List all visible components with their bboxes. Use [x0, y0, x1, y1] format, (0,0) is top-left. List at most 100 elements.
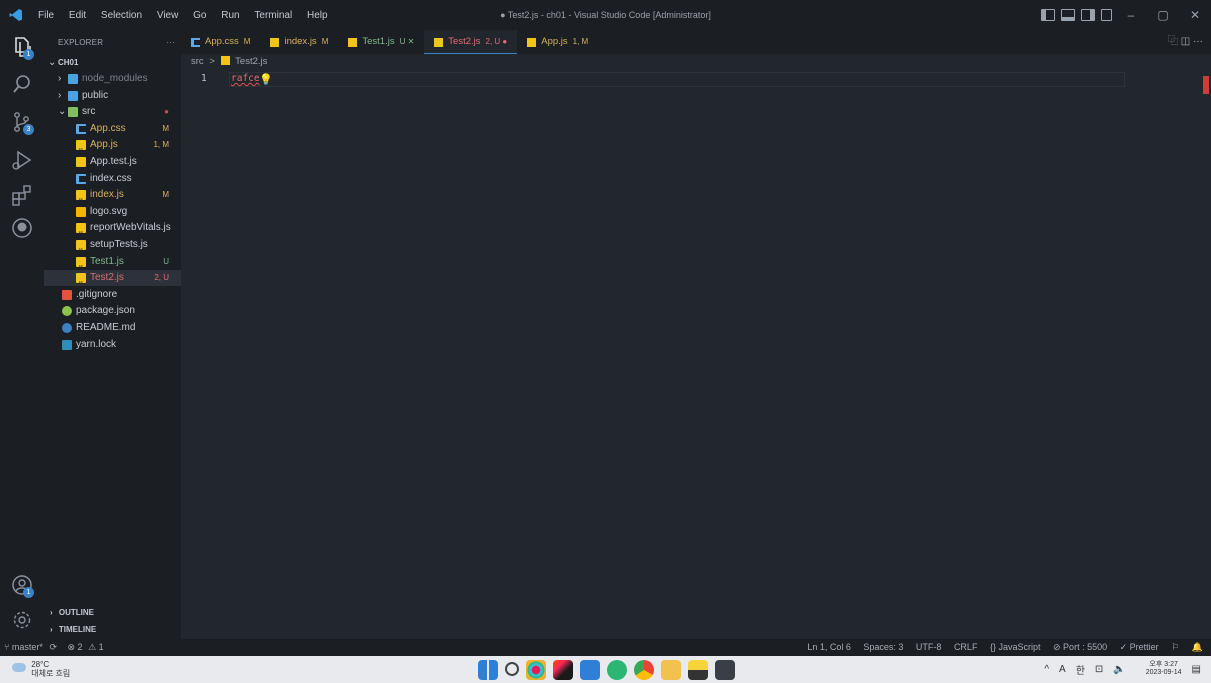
tree-item[interactable]: › node_modules [44, 71, 181, 87]
tree-item[interactable]: yarn.lock [44, 337, 181, 353]
encoding[interactable]: UTF-8 [916, 642, 942, 652]
manage-gear-icon[interactable] [10, 608, 34, 632]
menu-terminal[interactable]: Terminal [254, 10, 292, 21]
notifications-bell-icon[interactable]: 🔔 [1192, 642, 1203, 652]
explorer-icon[interactable]: 1 [10, 35, 34, 60]
tree-item[interactable]: Test2.js 2, U [44, 270, 181, 291]
clock[interactable]: 오후 3:27 2023-09-14 [1136, 661, 1182, 677]
extensions-icon[interactable] [10, 183, 34, 207]
tree-item[interactable]: index.js M [44, 187, 181, 208]
indentation[interactable]: Spaces: 3 [863, 642, 903, 652]
tab-status[interactable]: M [322, 30, 329, 54]
toggle-panel-icon[interactable] [1061, 9, 1075, 21]
restore-button[interactable]: ▢ [1147, 8, 1179, 22]
tree-item[interactable]: .gitignore [44, 287, 181, 303]
explorer-more-button[interactable]: ··· [166, 30, 175, 55]
editor-tab[interactable]: App.css M [181, 30, 260, 54]
code-editor[interactable]: 1 rafce 💡 [181, 70, 1211, 639]
menu-view[interactable]: View [157, 10, 179, 21]
search-icon[interactable] [504, 662, 519, 676]
github-icon[interactable] [10, 216, 34, 240]
tab-status[interactable]: 2, U ● [486, 30, 508, 54]
breadcrumb-file[interactable]: Test2.js [235, 56, 267, 67]
breadcrumb-folder[interactable]: src [191, 56, 204, 67]
live-server-port[interactable]: ⊘ Port : 5500 [1053, 642, 1107, 652]
cursor-position[interactable]: Ln 1, Col 6 [807, 642, 851, 652]
tab-status[interactable]: M [244, 30, 251, 54]
tree-item[interactable]: App.js 1, M [44, 137, 181, 158]
editor-actions[interactable]: ⿻ ◫ ··· [1168, 30, 1203, 54]
chrome-icon[interactable] [633, 660, 654, 680]
end-of-line[interactable]: CRLF [954, 642, 978, 652]
source-control-icon[interactable]: 3 [10, 110, 34, 135]
feedback-icon[interactable]: ⚐ [1171, 642, 1179, 652]
jetbrains-icon[interactable] [552, 660, 573, 680]
editor-tab[interactable]: index.js M [260, 30, 338, 54]
js-file-icon [434, 37, 444, 47]
toggle-secondary-sidebar-icon[interactable] [1081, 9, 1095, 21]
activity-bar: 1 3 1 [0, 30, 44, 639]
menu-file[interactable]: File [38, 10, 54, 21]
tree-item[interactable]: README.md [44, 320, 181, 336]
outline-section[interactable]: › OUTLINE [44, 604, 181, 621]
tree-item[interactable]: ⌄ src ● [44, 104, 181, 120]
chevron-down-icon: ⌄ [48, 57, 57, 68]
weather-widget[interactable]: 28°C 대체로 흐림 [12, 660, 70, 678]
tree-item[interactable]: › public [44, 88, 181, 104]
customize-layout-icon[interactable] [1101, 9, 1112, 21]
toggle-sidebar-icon[interactable] [1041, 9, 1055, 21]
lightbulb-icon[interactable]: 💡 [259, 73, 273, 86]
editor-tab[interactable]: Test2.js 2, U ● [424, 30, 518, 54]
menu-edit[interactable]: Edit [69, 10, 86, 21]
tab-status[interactable]: U ✕ [400, 30, 415, 54]
language-mode[interactable]: {} JavaScript [990, 642, 1041, 652]
slack-icon[interactable] [525, 660, 546, 680]
menu-selection[interactable]: Selection [101, 10, 142, 21]
tree-item[interactable]: index.css [44, 171, 181, 187]
time: 오후 3:27 [1149, 661, 1178, 668]
tree-item[interactable]: App.css M [44, 121, 181, 137]
errors-count[interactable]: ⊗ 2 [68, 642, 83, 652]
run-debug-icon[interactable] [10, 148, 34, 172]
terminal-icon[interactable] [714, 660, 735, 680]
search-icon[interactable] [10, 72, 34, 96]
weather-desc: 대체로 흐림 [31, 669, 71, 678]
minimize-button[interactable]: – [1115, 8, 1147, 22]
tree-item[interactable]: setupTests.js [44, 237, 181, 258]
source-control-badge: 3 [23, 124, 34, 135]
tree-item[interactable]: logo.svg [44, 204, 181, 220]
vscode-icon[interactable] [579, 660, 600, 680]
editor-scrollbar[interactable] [1197, 70, 1211, 639]
network-icon[interactable]: ⊡ [1095, 664, 1103, 675]
tree-item[interactable]: Test1.js U [44, 254, 181, 275]
explorer-badge: 1 [23, 49, 34, 60]
accounts-icon[interactable]: 1 [10, 573, 34, 598]
close-button[interactable]: ✕ [1179, 8, 1211, 22]
notifications-icon[interactable]: ▤ [1192, 664, 1201, 675]
tray-overflow-icon[interactable]: ^ [1044, 664, 1049, 675]
file-explorer-icon[interactable] [660, 660, 681, 680]
code-line[interactable]: rafce [231, 73, 260, 84]
ime-hangul[interactable]: 한 [1076, 662, 1085, 677]
tree-item[interactable]: reportWebVitals.js [44, 220, 181, 241]
windows-start-icon[interactable] [477, 660, 498, 680]
menu-run[interactable]: Run [221, 10, 239, 21]
yarn-file-icon [62, 339, 72, 350]
menu-go[interactable]: Go [193, 10, 206, 21]
menu-help[interactable]: Help [307, 10, 328, 21]
editor-tab[interactable]: App.js 1, M [517, 30, 598, 54]
workspace-root[interactable]: ⌄ CH01 [44, 55, 181, 71]
tree-item[interactable]: package.json [44, 303, 181, 319]
tree-item[interactable]: App.test.js [44, 154, 181, 170]
volume-icon[interactable]: 🔈 [1113, 664, 1125, 675]
git-branch[interactable]: master* [12, 642, 43, 652]
sync-icon[interactable]: ⟳ [49, 642, 57, 652]
warnings-count[interactable]: ⚠ 1 [88, 642, 104, 652]
ime-mode[interactable]: A [1059, 664, 1066, 675]
hwp-icon[interactable] [606, 660, 627, 680]
prettier-status[interactable]: ✓ Prettier [1120, 642, 1159, 652]
sticky-notes-icon[interactable] [687, 660, 708, 680]
tab-status[interactable]: 1, M [573, 30, 589, 54]
editor-tab[interactable]: Test1.js U ✕ [338, 30, 424, 54]
timeline-section[interactable]: › TIMELINE [44, 621, 181, 638]
